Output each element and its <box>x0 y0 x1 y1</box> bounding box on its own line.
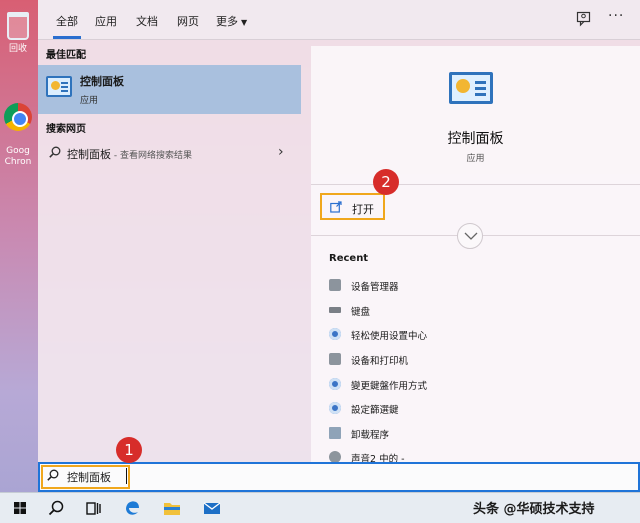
ease-of-access-icon <box>329 328 341 340</box>
control-panel-icon <box>449 72 493 104</box>
divider <box>483 235 640 236</box>
annotation-badge-1: 1 <box>116 437 142 463</box>
device-manager-icon <box>329 279 341 291</box>
taskbar: 头条 @华硕技术支持 <box>0 492 640 523</box>
recent-item-label: 设备和打印机 <box>351 356 409 367</box>
recent-item-devices-printers[interactable]: 设备和打印机 <box>329 350 629 372</box>
recent-item-label: 卸载程序 <box>351 430 390 441</box>
uninstall-icon <box>329 427 341 439</box>
detail-title: 控制面板 <box>447 131 504 147</box>
recent-item-label: 轻松使用设置中心 <box>351 331 428 342</box>
recent-item-device-manager[interactable]: 设备管理器 <box>329 276 629 298</box>
file-explorer-icon[interactable] <box>157 495 187 522</box>
search-tabs-bar: 全部 应用 文档 网页 更多 ▼ ··· <box>38 0 640 40</box>
tab-more[interactable]: 更多 ▼ <box>216 13 247 29</box>
tab-apps[interactable]: 应用 <box>95 13 117 29</box>
best-match-subtitle: 应用 <box>80 96 99 106</box>
tab-more-label: 更多 <box>216 15 238 28</box>
feedback-icon[interactable] <box>576 11 592 27</box>
chrome-icon <box>4 103 32 131</box>
search-panel: 全部 应用 文档 网页 更多 ▼ ··· 最佳匹配 控制面板 应用 搜索网页 控制… <box>38 0 640 462</box>
best-match-heading: 最佳匹配 <box>46 50 86 61</box>
audio-icon <box>329 451 341 462</box>
detail-pane: 控制面板 应用 打开 Recent 设备管理器 键盘 轻松使用设置中心 设备和打… <box>311 46 640 462</box>
task-view-icon[interactable] <box>78 495 108 522</box>
web-result-title: 控制面板 <box>67 148 111 161</box>
open-label: 打开 <box>352 203 374 216</box>
recent-item-label: 變更鍵盤作用方式 <box>351 381 428 392</box>
ease-of-access-icon <box>329 378 341 390</box>
chevron-down-icon <box>464 232 478 240</box>
open-button[interactable]: 打开 <box>320 193 385 220</box>
tab-documents[interactable]: 文档 <box>136 13 158 29</box>
recent-item-label: 声音2 中的 - <box>351 454 405 462</box>
recent-heading: Recent <box>329 253 369 264</box>
divider <box>311 235 457 236</box>
keyboard-icon <box>329 307 341 313</box>
best-match-result[interactable]: 控制面板 应用 <box>38 65 301 114</box>
windows-start-icon[interactable] <box>5 495 35 522</box>
recent-item-label: 设备管理器 <box>351 282 399 293</box>
recent-item-filter-keys[interactable]: 設定篩選鍵 <box>329 399 629 421</box>
desktop-icon-chrome[interactable]: Goog Chron <box>0 92 36 168</box>
search-query-text: 控制面板 <box>67 471 111 484</box>
best-match-title: 控制面板 <box>80 75 124 88</box>
mail-icon[interactable] <box>197 495 227 522</box>
more-options-icon[interactable]: ··· <box>608 8 624 24</box>
results-list: 最佳匹配 控制面板 应用 搜索网页 控制面板 - 查看网络搜索结果 › <box>38 40 301 462</box>
expand-button[interactable] <box>457 223 483 249</box>
recent-item-keyboard-behavior[interactable]: 變更鍵盤作用方式 <box>329 375 629 397</box>
tab-web[interactable]: 网页 <box>177 13 199 29</box>
search-icon <box>47 469 59 481</box>
control-panel-icon <box>46 76 72 97</box>
printer-icon <box>329 353 341 365</box>
web-search-heading: 搜索网页 <box>46 124 86 135</box>
desktop-icon-label: Goog Chron <box>4 146 32 167</box>
search-input[interactable]: 控制面板 <box>38 462 640 492</box>
open-icon <box>330 201 342 213</box>
search-icon[interactable] <box>41 495 71 522</box>
web-search-result[interactable]: 控制面板 - 查看网络搜索结果 › <box>38 138 301 168</box>
tab-all[interactable]: 全部 <box>53 13 81 39</box>
chevron-right-icon[interactable]: › <box>278 144 284 160</box>
text-cursor <box>126 468 127 484</box>
recent-item-keyboard[interactable]: 键盘 <box>329 301 629 323</box>
edge-browser-icon[interactable] <box>117 495 147 522</box>
desktop-icon-label: 回收 <box>8 44 27 54</box>
desktop-icon-recycle-bin[interactable]: 回收 <box>0 12 36 55</box>
chevron-down-icon: ▼ <box>241 18 248 27</box>
recent-item-ease-of-access[interactable]: 轻松使用设置中心 <box>329 325 629 347</box>
web-result-subtitle: - 查看网络搜索结果 <box>111 151 192 161</box>
ease-of-access-icon <box>329 402 341 414</box>
recent-item-sound[interactable]: 声音2 中的 - <box>329 448 629 462</box>
recent-item-label: 键盘 <box>351 307 371 318</box>
divider <box>311 184 640 185</box>
detail-subtitle: 应用 <box>466 154 485 164</box>
watermark-text: 头条 @华硕技术支持 <box>473 502 595 517</box>
recycle-bin-icon <box>7 12 29 40</box>
search-icon <box>49 146 61 158</box>
recent-item-uninstall[interactable]: 卸载程序 <box>329 424 629 446</box>
recent-item-label: 設定篩選鍵 <box>351 405 399 416</box>
annotation-badge-2: 2 <box>373 169 399 195</box>
